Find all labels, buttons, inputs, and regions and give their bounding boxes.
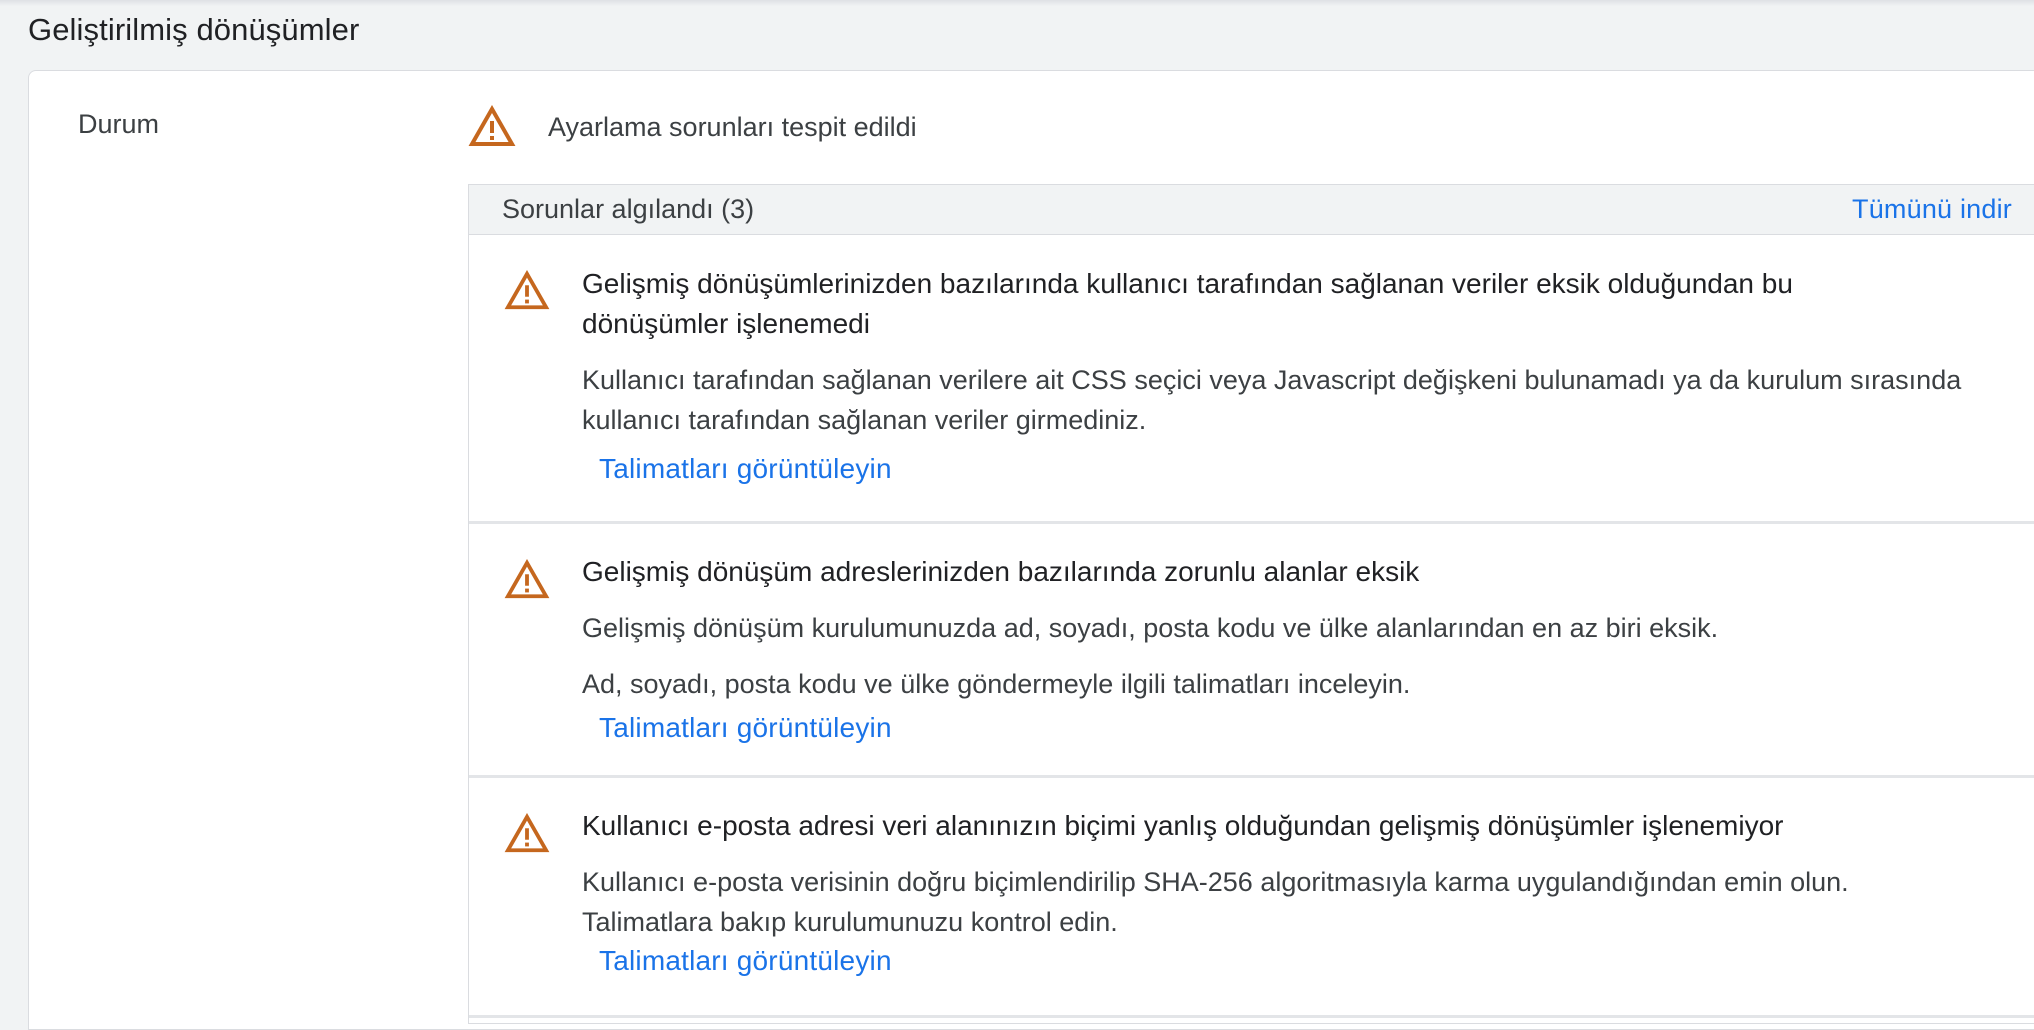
issue-title: Gelişmiş dönüşüm adreslerinizden bazılar… xyxy=(582,556,1420,587)
issues-count: Sorunlar algılandı (3) xyxy=(502,194,755,224)
download-all-link[interactable]: Tümünü indir xyxy=(1852,194,2012,225)
issues-panel: Sorunlar algılandı (3) Tümünü indir Geli… xyxy=(468,184,2034,1024)
issue-title: Kullanıcı e-posta adresi veri alanınızın… xyxy=(582,810,1784,841)
warning-icon xyxy=(504,813,550,853)
issue-title: Gelişmiş dönüşümlerinizden bazılarında k… xyxy=(582,268,1793,339)
status-value: Ayarlama sorunları tespit edildi xyxy=(468,105,917,149)
warning-icon xyxy=(504,270,550,310)
page-title: Geliştirilmiş dönüşümler xyxy=(28,12,360,47)
issue-description-secondary: Ad, soyadı, posta kodu ve ülke göndermey… xyxy=(582,669,1411,699)
top-shadow xyxy=(0,0,2034,6)
view-instructions-link[interactable]: Talimatları görüntüleyin xyxy=(599,941,892,981)
issue-description: Kullanıcı e-posta verisinin doğru biçiml… xyxy=(582,867,1849,937)
view-instructions-link[interactable]: Talimatları görüntüleyin xyxy=(599,708,892,748)
issue-description: Gelişmiş dönüşüm kurulumunuzda ad, soyad… xyxy=(582,613,1719,643)
issue-item: Gelişmiş dönüşüm adreslerinizden bazılar… xyxy=(469,524,2034,778)
issues-header: Sorunlar algılandı (3) Tümünü indir xyxy=(469,185,2034,235)
view-instructions-link[interactable]: Talimatları görüntüleyin xyxy=(599,449,892,489)
issue-item: Gelişmiş dönüşümlerinizden bazılarında k… xyxy=(469,235,2034,524)
issue-description: Kullanıcı tarafından sağlanan verilere a… xyxy=(582,365,1962,435)
status-label: Durum xyxy=(78,109,160,139)
warning-icon xyxy=(504,559,550,599)
issue-item: Kullanıcı e-posta adresi veri alanınızın… xyxy=(469,778,2034,1018)
warning-icon xyxy=(468,105,516,146)
status-text: Ayarlama sorunları tespit edildi xyxy=(548,112,917,142)
